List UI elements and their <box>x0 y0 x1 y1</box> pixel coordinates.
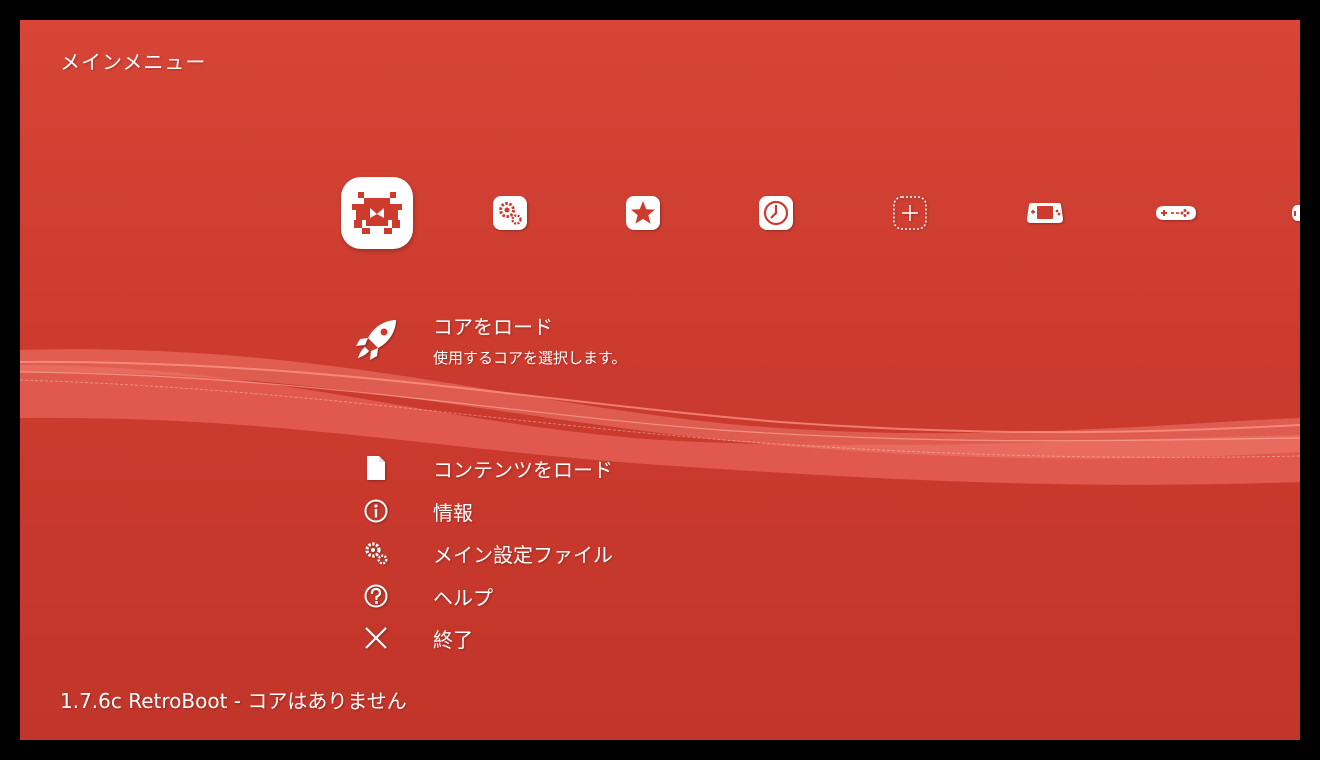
selected-item-icon[interactable] <box>352 316 400 364</box>
menu-item-label: 情報 <box>433 500 473 525</box>
menu-item-label: 終了 <box>433 627 473 652</box>
tab-settings[interactable] <box>492 195 528 231</box>
help-icon <box>364 584 388 608</box>
tab-favorites[interactable] <box>625 195 661 231</box>
menu-item-load-content[interactable]: コンテンツをロード <box>360 453 613 483</box>
menu-item-information[interactable]: 情報 <box>360 496 473 526</box>
selected-item-sublabel: 使用するコアを選択します。 <box>433 349 627 367</box>
selected-item-label[interactable]: コアをロード <box>433 311 553 340</box>
tab-more[interactable] <box>1288 195 1300 231</box>
tab-snes[interactable] <box>1154 195 1198 231</box>
tab-gba[interactable] <box>1024 195 1066 231</box>
menu-item-label: ヘルプ <box>433 585 493 610</box>
tab-main-menu[interactable] <box>341 177 413 249</box>
gamepad-icon <box>1156 206 1196 220</box>
tab-add[interactable] <box>892 195 928 231</box>
clock-icon <box>759 196 793 230</box>
settings-gears-icon <box>493 196 527 230</box>
close-icon <box>365 627 387 649</box>
menu-item-quit[interactable]: 終了 <box>360 623 473 653</box>
background-ribbon <box>20 349 1300 485</box>
retroarch-invader-icon <box>352 192 402 234</box>
status-footer: 1.7.6c RetroBoot - コアはありません <box>60 689 407 713</box>
menu-item-help[interactable]: ヘルプ <box>360 581 493 611</box>
tab-history[interactable] <box>758 195 794 231</box>
handheld-console-icon <box>1027 203 1063 223</box>
rocket-icon <box>356 320 396 360</box>
file-icon <box>367 456 385 480</box>
plus-icon <box>893 196 927 230</box>
menu-item-label: メイン設定ファイル <box>433 542 613 567</box>
gamepad-partial-icon <box>1292 205 1300 221</box>
menu-item-main-config[interactable]: メイン設定ファイル <box>360 538 613 568</box>
settings-gears-icon <box>365 542 388 565</box>
info-icon <box>364 499 388 523</box>
page-title: メインメニュー <box>60 50 207 74</box>
star-icon <box>626 196 660 230</box>
retroarch-xmb-screen: メインメニュー コアをロード 使用するコアを選択します。 コンテンツをロード 情… <box>20 20 1300 740</box>
menu-item-label: コンテンツをロード <box>433 457 613 482</box>
